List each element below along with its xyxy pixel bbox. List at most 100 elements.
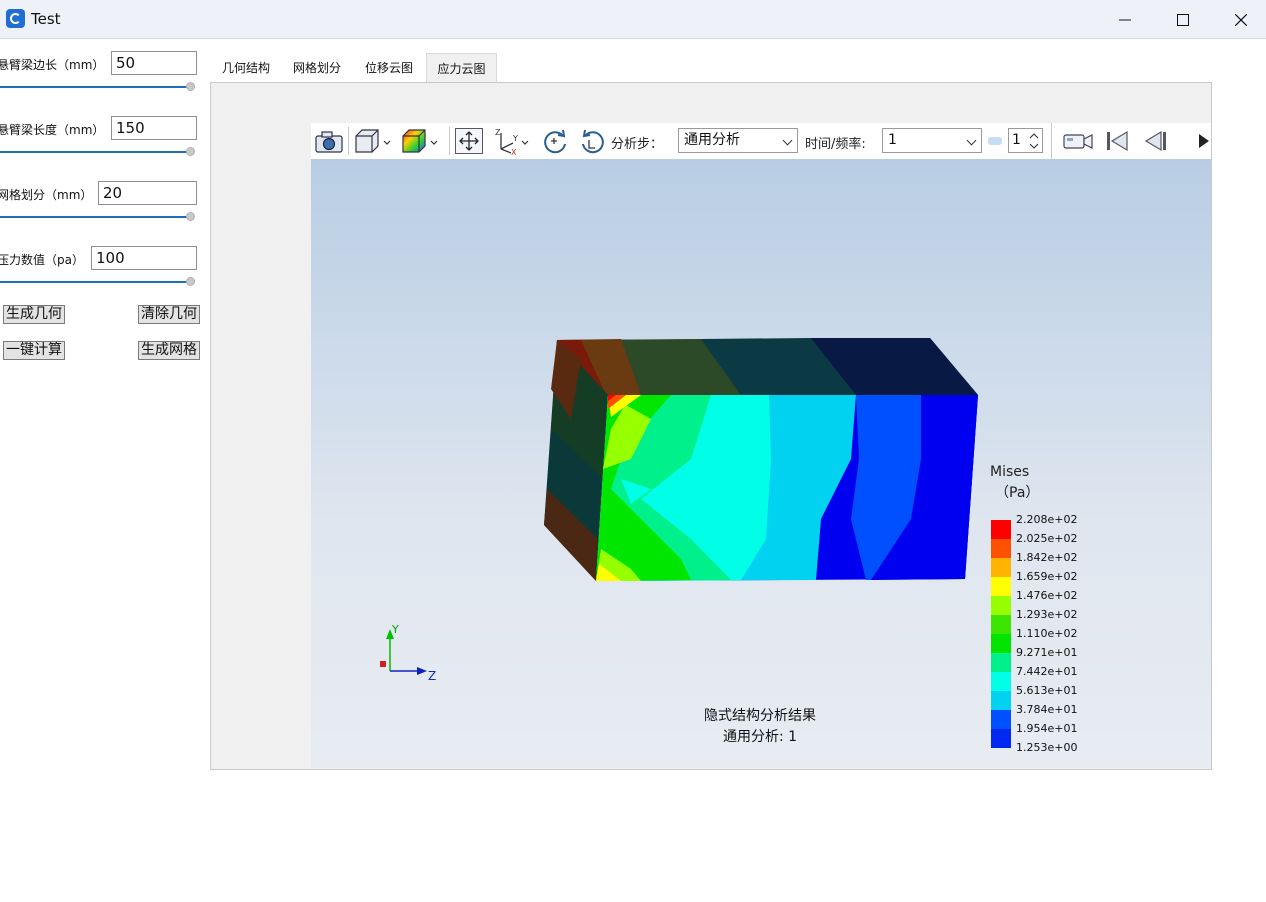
rotate-view-icon[interactable] [577,127,609,155]
svg-text:Z: Z [495,128,501,137]
chevron-down-icon [782,135,793,146]
beam-length-input[interactable] [111,116,197,140]
legend-value: 1.659e+02 [1016,570,1078,583]
slider-track [0,86,190,88]
legend-value: 1.842e+02 [1016,551,1078,564]
pressure-slider[interactable] [0,277,196,287]
legend-value: 1.253e+00 [1016,741,1078,754]
title-bar: Test [0,0,1266,39]
beam-length-label: 悬臂梁长度（mm） [0,123,105,137]
svg-text:Y: Y [512,134,518,143]
view-cube-icon[interactable] [353,127,395,155]
pressure-label: 压力数值（pa） [0,253,84,267]
mesh-size-label: 网格划分（mm） [0,188,93,202]
pan-icon[interactable] [454,127,484,155]
frame-value: 1 [1012,132,1021,148]
step-select[interactable]: 通用分析 [678,128,798,153]
legend-swatch [991,615,1011,634]
legend-value: 2.025e+02 [1016,532,1078,545]
close-icon [1235,13,1247,26]
camera-icon[interactable] [313,127,345,155]
axis-orientation-icon[interactable]: Z Y X [493,127,533,155]
legend-swatch [991,596,1011,615]
minimize-icon [1119,19,1131,20]
tab-stress[interactable]: 应力云图 [426,53,497,83]
step-label: 分析步： [611,137,664,152]
legend-swatch [991,710,1011,729]
maximize-button[interactable] [1154,0,1212,39]
app-window: Test 悬臂梁边长（mm） 悬臂梁长度（mm） 网格划分（mm） 压力数值（p… [0,0,1266,902]
time-frequency-label: 时间/频率: [805,137,866,152]
mesh-size-input[interactable] [98,181,197,205]
step-select-value: 通用分析 [684,132,740,148]
frame-spinbox[interactable]: 1 [1008,128,1043,153]
time-frequency-select[interactable]: 1 [882,128,982,153]
viewer-toolbar: Z Y X 分析步： 通用分析 时间/频率: 1 1 [311,123,1211,159]
legend-value: 1.954e+01 [1016,722,1078,735]
legend-value: 1.293e+02 [1016,608,1078,621]
toolbar-separator [348,127,349,155]
svg-text:X: X [511,148,517,155]
pressure-input[interactable] [91,246,197,270]
time-frequency-value: 1 [888,132,897,148]
result-caption-step: 通用分析: 1 [722,729,798,745]
tab-mesh[interactable]: 网格划分 [283,53,351,83]
edge-length-label: 悬臂梁边长（mm） [0,58,105,72]
toolbar-separator [449,127,450,155]
mesh-size-slider[interactable] [0,212,196,222]
z-axis-label: Z [428,669,436,683]
contour-color-icon[interactable] [400,127,442,155]
close-button[interactable] [1212,0,1266,39]
generate-mesh-button[interactable]: 生成网格 [138,341,200,360]
minimize-button[interactable] [1096,0,1154,39]
next-frame-icon[interactable] [1197,127,1211,155]
edge-length-slider[interactable] [0,82,196,92]
legend-value: 7.442e+01 [1016,665,1078,678]
generate-geometry-button[interactable]: 生成几何 [3,305,65,324]
legend-value: 2.208e+02 [1016,513,1078,526]
compute-button[interactable]: 一键计算 [3,341,65,360]
toolbar-separator [1051,123,1052,159]
previous-frame-icon[interactable] [1141,127,1169,155]
legend-swatch [991,634,1011,653]
legend-swatch [991,577,1011,596]
slider-track [0,216,190,218]
legend-swatch [991,672,1011,691]
legend-swatch [991,691,1011,710]
slider-thumb[interactable] [186,147,195,156]
frame-slider-handle[interactable] [988,137,1002,145]
slider-track [0,281,190,283]
clear-geometry-button[interactable]: 清除几何 [138,305,200,324]
tab-displacement[interactable]: 位移云图 [355,53,423,83]
beam-length-slider[interactable] [0,147,196,157]
chevron-down-icon [966,135,977,146]
window-title: Test [31,10,61,28]
slider-track [0,151,190,153]
video-camera-icon[interactable] [1062,127,1096,155]
legend-value: 5.613e+01 [1016,684,1078,697]
axis-triad: Y Z [380,623,436,683]
edge-length-input[interactable] [111,51,197,75]
legend-value: 1.476e+02 [1016,589,1078,602]
slider-thumb[interactable] [186,212,195,221]
result-viewer: Z Y X 分析步： 通用分析 时间/频率: 1 1 Y Z Mises （Pa… [311,123,1211,768]
app-icon [6,9,25,28]
legend-swatch [991,539,1011,558]
slider-thumb[interactable] [186,82,195,91]
legend-swatch [991,558,1011,577]
spin-arrows-icon[interactable] [1029,132,1039,150]
legend-title: Mises [990,464,1030,480]
render-scene[interactable]: Y Z Mises （Pa） 2.208e+02 2.025e+02 1.842e+… [311,159,1211,768]
legend-value: 1.110e+02 [1016,627,1078,640]
y-axis-label: Y [391,623,399,636]
slider-thumb[interactable] [186,277,195,286]
legend-swatch [991,520,1011,539]
legend-swatch [991,653,1011,672]
maximize-icon [1177,13,1189,26]
rotate-icon[interactable] [539,127,571,155]
beam-model [544,338,978,581]
legend-unit: （Pa） [995,485,1040,501]
legend-swatch [991,729,1011,748]
tab-geometry[interactable]: 几何结构 [212,53,280,83]
first-frame-icon[interactable] [1104,127,1132,155]
